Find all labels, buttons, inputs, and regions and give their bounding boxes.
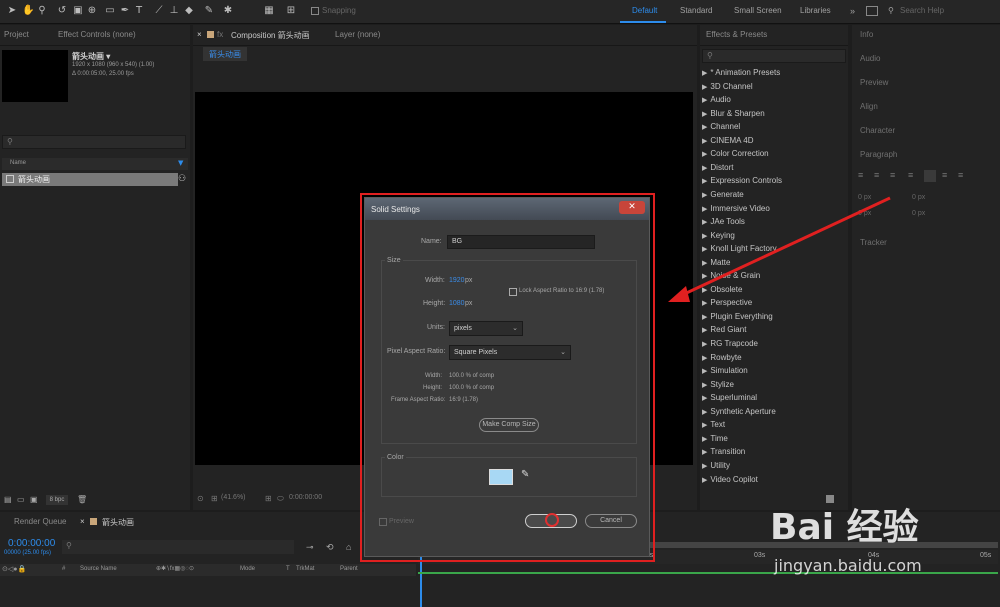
units-value: pixels <box>454 325 472 332</box>
color-swatch[interactable] <box>489 469 513 485</box>
pixel-aspect-value: Square Pixels <box>454 349 498 356</box>
preview-checkbox[interactable] <box>379 518 387 526</box>
chevron-down-icon: ⌄ <box>560 348 566 356</box>
frame-aspect-label: Frame Aspect Ratio: <box>391 397 446 403</box>
units-select[interactable]: pixels ⌄ <box>449 321 523 336</box>
chevron-down-icon: ⌄ <box>512 324 518 332</box>
watermark-url: jingyan.baidu.com <box>774 556 922 575</box>
eyedropper-icon[interactable]: ✎ <box>521 469 529 480</box>
width-label: Width: <box>425 277 445 284</box>
width-unit: px <box>465 277 473 284</box>
color-label: Color <box>385 454 406 461</box>
preview-label[interactable]: Preview <box>389 518 414 525</box>
lock-aspect-label[interactable]: Lock Aspect Ratio to 16:9 (1.78) <box>519 288 604 294</box>
height-label: Height: <box>423 300 446 307</box>
watermark: Bai 经验 jingyan.baidu.com <box>770 498 990 588</box>
width-value[interactable]: 1920 <box>449 277 465 284</box>
frame-aspect-value: 16:9 (1.78) <box>449 397 479 403</box>
size-label: Size <box>385 257 403 264</box>
info-height-value: 100.0 % of comp <box>449 385 495 391</box>
dialog-title-bar[interactable]: Solid Settings ✕ <box>365 198 649 220</box>
close-icon[interactable]: ✕ <box>619 201 645 214</box>
solid-settings-dialog: Solid Settings ✕ Name: BG Size Width: 19… <box>364 197 650 557</box>
height-unit: px <box>465 300 473 307</box>
units-label: Units: <box>427 324 445 331</box>
lock-aspect-checkbox[interactable] <box>509 288 517 296</box>
info-height-label: Height: <box>423 385 443 391</box>
make-comp-size-button[interactable]: Make Comp Size <box>479 418 539 432</box>
red-arrow-shaft <box>679 196 891 298</box>
name-label: Name: <box>421 238 442 245</box>
info-width-label: Width: <box>425 373 443 379</box>
info-width-value: 100.0 % of comp <box>449 373 495 379</box>
watermark-brand: Bai 经验 <box>770 507 919 548</box>
height-value[interactable]: 1080 <box>449 300 465 307</box>
name-input[interactable]: BG <box>447 235 595 249</box>
pixel-aspect-label: Pixel Aspect Ratio: <box>387 348 446 355</box>
dialog-title: Solid Settings <box>371 205 420 214</box>
cancel-button[interactable]: Cancel <box>585 514 637 528</box>
pixel-aspect-select[interactable]: Square Pixels ⌄ <box>449 345 571 360</box>
click-indicator <box>545 513 559 527</box>
red-arrow-head <box>668 286 690 302</box>
